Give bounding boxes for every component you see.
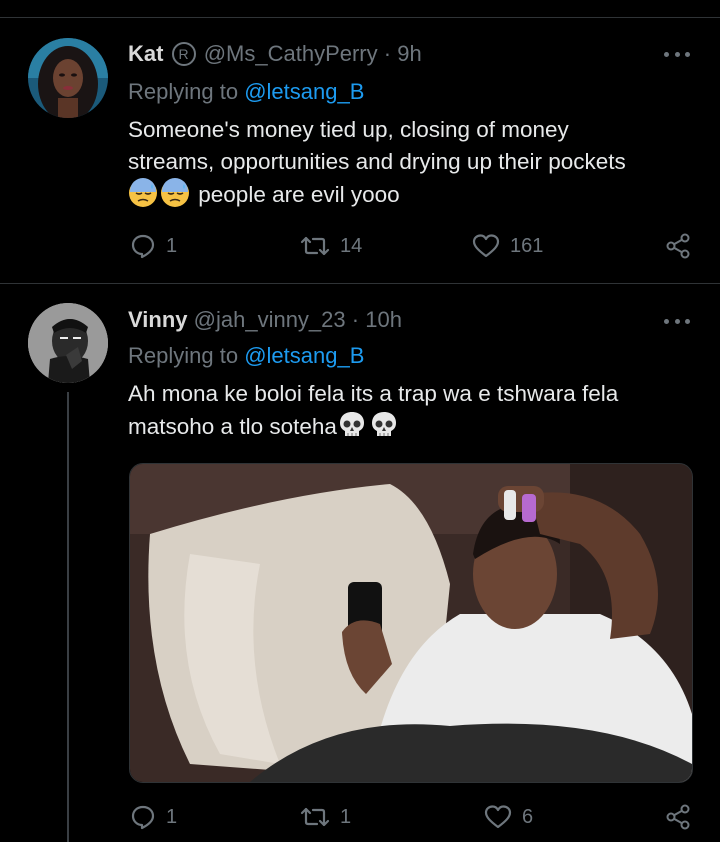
heart-icon [472, 234, 500, 258]
tweet-text-line: Ah mona ke boloi fela its a trap wa e ts… [128, 381, 619, 406]
dot-separator: · [351, 307, 360, 332]
tweet-text: Someone's money tied up, closing of mone… [128, 114, 688, 211]
like-button[interactable]: 6 [484, 801, 533, 833]
tweet-text-line: matsoho a tlo soteha [128, 410, 688, 443]
reply-icon [131, 805, 155, 830]
handle[interactable]: @Ms_CathyPerry [204, 41, 378, 66]
more-options-icon[interactable] [664, 317, 690, 325]
avatar[interactable] [28, 38, 108, 118]
share-icon [666, 804, 690, 830]
thread-line [67, 392, 69, 842]
like-count: 161 [510, 234, 544, 257]
skull-icon [339, 412, 364, 436]
retweet-icon [300, 807, 330, 827]
tweet-kat[interactable]: Kat R @Ms_CathyPerry · 9h Replying to @l… [0, 0, 720, 283]
replying-to-label: Replying to [128, 79, 239, 104]
retweet-button[interactable]: 1 [300, 801, 351, 833]
tweet-media-image[interactable] [129, 463, 693, 783]
share-button[interactable] [664, 801, 692, 833]
handle[interactable]: @jah_vinny_23 [194, 307, 346, 332]
tweet-text-line: people are evil yooo [128, 178, 688, 211]
replying-to: Replying to @letsang_B [128, 342, 364, 370]
tweet-actions: 1 1 6 [128, 801, 692, 833]
skull-icon [371, 412, 396, 436]
display-name[interactable]: Vinny [128, 307, 188, 332]
replying-to-label: Replying to [128, 343, 239, 368]
avatar[interactable] [28, 303, 108, 383]
retweet-count: 1 [340, 805, 352, 828]
retweet-count: 14 [340, 234, 363, 257]
reply-icon [131, 234, 155, 259]
registered-icon: R [171, 42, 196, 66]
display-name[interactable]: Kat [128, 41, 163, 66]
retweet-button[interactable]: 14 [300, 230, 362, 262]
reply-count: 1 [166, 805, 178, 828]
like-button[interactable]: 161 [472, 230, 543, 262]
replying-to: Replying to @letsang_B [128, 78, 364, 106]
timestamp[interactable]: 10h [365, 307, 402, 332]
replying-to-link[interactable]: @letsang_B [244, 343, 364, 368]
downcast-face-with-sweat-icon [129, 178, 157, 207]
reply-count: 1 [166, 234, 178, 257]
dot-separator: · [383, 41, 392, 66]
tweet-text-line: Someone's money tied up, closing of mone… [128, 117, 569, 142]
tweet-text-line: streams, opportunities and drying up the… [128, 149, 626, 174]
share-icon [666, 233, 690, 259]
tweet-header: Kat R @Ms_CathyPerry · 9h [128, 40, 422, 68]
reply-button[interactable]: 1 [130, 801, 177, 833]
tweet-header: Vinny @jah_vinny_23 · 10h [128, 306, 402, 334]
tweet-actions: 1 14 161 [128, 230, 692, 262]
like-count: 6 [522, 805, 534, 828]
replying-to-link[interactable]: @letsang_B [244, 79, 364, 104]
heart-icon [484, 805, 512, 829]
tweet-text-line-2: matsoho a tlo soteha [128, 414, 337, 439]
retweet-icon [300, 236, 330, 256]
timestamp[interactable]: 9h [397, 41, 421, 66]
tweet-text: Ah mona ke boloi fela its a trap wa e ts… [128, 378, 688, 443]
share-button[interactable] [664, 230, 692, 262]
downcast-face-with-sweat-icon [161, 178, 189, 207]
more-options-icon[interactable] [664, 50, 690, 58]
reply-button[interactable]: 1 [130, 230, 177, 262]
tweet-text-tail: people are evil yooo [198, 182, 400, 207]
